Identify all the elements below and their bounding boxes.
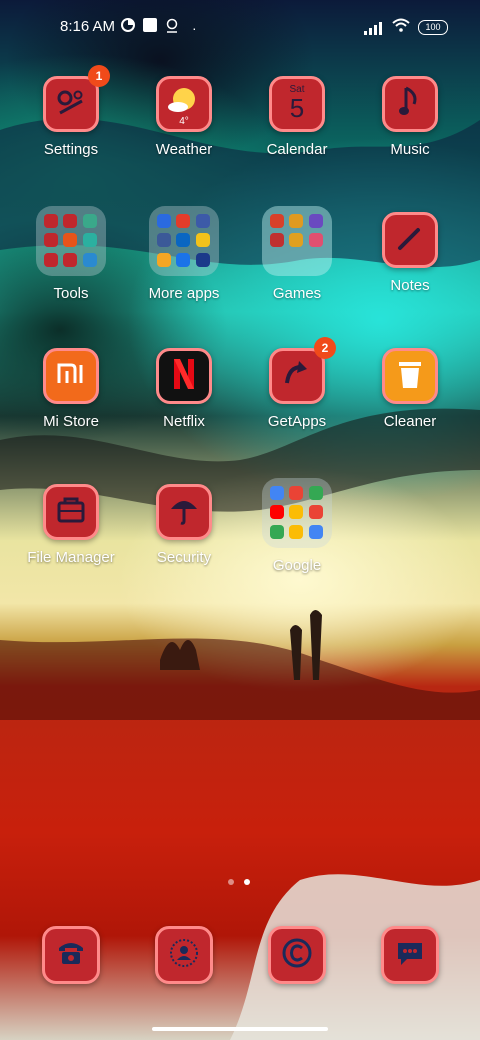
messages-icon — [395, 939, 425, 972]
page-dot[interactable] — [228, 879, 234, 885]
dock-contacts[interactable] — [129, 926, 239, 984]
app-settings[interactable]: 1 Settings — [16, 65, 126, 158]
app-label: Google — [272, 557, 322, 574]
page-indicator — [228, 879, 250, 885]
folder-games[interactable]: Games — [242, 206, 352, 302]
app-label: Tools — [53, 285, 89, 302]
phone-tile — [42, 926, 100, 984]
app-file-manager[interactable]: File Manager — [16, 484, 126, 566]
netflix-tile — [156, 348, 212, 404]
folder-icon — [56, 497, 86, 528]
weather-tile: 4° — [156, 76, 212, 132]
app-cleaner[interactable]: Cleaner — [355, 348, 465, 430]
app-label: Weather — [155, 141, 213, 158]
music-note-icon — [398, 86, 422, 123]
app-mi-store[interactable]: Mi Store — [16, 348, 126, 430]
app-security[interactable]: Security — [129, 484, 239, 566]
app-notes[interactable]: Notes — [355, 212, 465, 294]
app-label: File Manager — [27, 549, 115, 566]
calendar-date: 5 — [289, 92, 305, 123]
getapps-tile: 2 — [269, 337, 336, 404]
phone-icon — [56, 940, 86, 971]
pen-icon — [396, 224, 424, 257]
notes-tile — [382, 212, 438, 268]
file-manager-tile — [43, 484, 99, 540]
app-label: GetApps — [267, 413, 327, 430]
notification-square-icon — [143, 18, 157, 35]
arrow-curve-icon — [283, 360, 311, 392]
copyright-icon — [281, 937, 313, 974]
app-label: Mi Store — [43, 413, 99, 430]
mi-store-tile — [43, 348, 99, 404]
cleaner-tile — [382, 348, 438, 404]
app-netflix[interactable]: Netflix — [129, 348, 239, 430]
gear-icon — [54, 87, 88, 122]
folder-more-apps[interactable]: More apps — [129, 206, 239, 302]
dock-copyright[interactable] — [242, 926, 352, 984]
weather-temp: 4° — [179, 116, 189, 127]
location-icon — [165, 18, 179, 37]
more-apps-folder — [149, 206, 219, 276]
signal-icon — [364, 21, 384, 35]
calendar-tile: Sat 5 — [269, 76, 325, 132]
music-tile — [382, 76, 438, 132]
status-time: 8:16 AM — [60, 18, 116, 35]
data-saver-icon — [121, 18, 135, 35]
folder-google[interactable]: Google — [242, 478, 352, 574]
getapps-badge: 2 — [314, 337, 336, 359]
battery-indicator: 100 — [418, 20, 448, 35]
app-label: Cleaner — [383, 413, 437, 430]
netflix-logo-icon — [172, 357, 196, 396]
more-dot-icon: · — [192, 20, 197, 36]
dock-messages[interactable] — [355, 926, 465, 984]
mi-logo-icon — [57, 363, 85, 390]
app-label: Security — [156, 549, 212, 566]
app-weather[interactable]: 4° Weather — [129, 76, 239, 158]
app-label: Games — [272, 285, 322, 302]
app-label: Netflix — [163, 413, 205, 430]
folder-tools[interactable]: Tools — [16, 206, 126, 302]
copyright-tile — [268, 926, 326, 984]
app-label: More apps — [148, 285, 220, 302]
tools-folder — [36, 206, 106, 276]
contacts-icon — [169, 938, 199, 973]
settings-tile: 1 — [43, 65, 110, 132]
games-folder — [262, 206, 332, 276]
umbrella-icon — [169, 495, 199, 530]
app-label: Music — [390, 141, 430, 158]
page-dot-active[interactable] — [244, 879, 250, 885]
google-folder — [262, 478, 332, 548]
app-calendar[interactable]: Sat 5 Calendar — [242, 76, 352, 158]
messages-tile — [381, 926, 439, 984]
app-music[interactable]: Music — [355, 76, 465, 158]
contacts-tile — [155, 926, 213, 984]
app-label: Notes — [390, 277, 430, 294]
dock-phone[interactable] — [16, 926, 126, 984]
app-label: Calendar — [266, 141, 328, 158]
app-label: Settings — [43, 141, 99, 158]
wifi-icon — [392, 18, 410, 35]
trash-icon — [397, 358, 423, 395]
app-getapps[interactable]: 2 GetApps — [242, 337, 352, 430]
settings-badge: 1 — [88, 65, 110, 87]
security-tile — [156, 484, 212, 540]
status-bar: 8:16 AM · 100 — [0, 0, 480, 56]
home-indicator[interactable] — [152, 1027, 328, 1031]
